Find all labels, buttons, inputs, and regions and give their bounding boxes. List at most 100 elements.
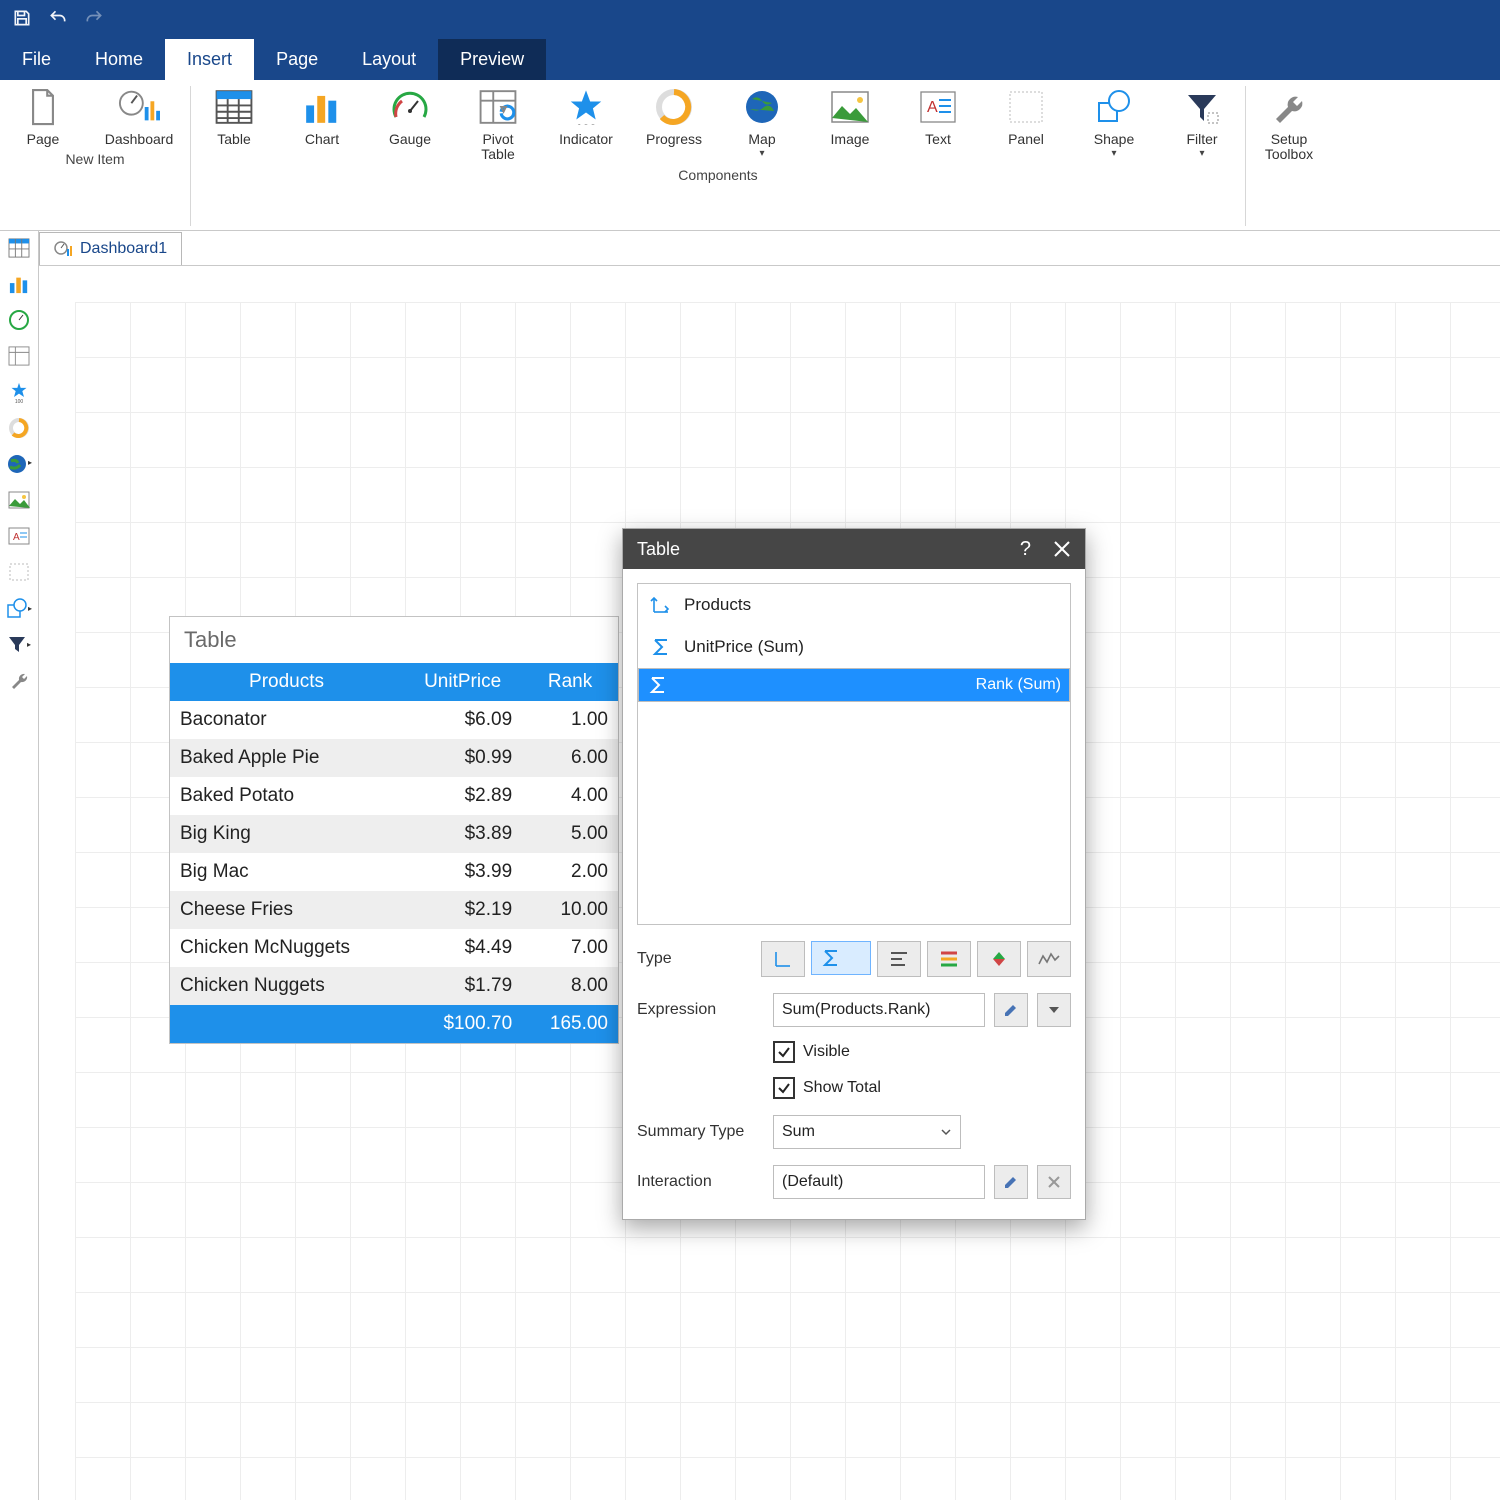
ribbon-map[interactable]: Map▾	[729, 86, 795, 147]
toolbox-setup-icon[interactable]	[6, 667, 32, 693]
menu-page[interactable]: Page	[254, 39, 340, 80]
toolbox-text-icon[interactable]: A	[6, 523, 32, 549]
svg-text:A: A	[13, 532, 20, 543]
toolbox-shape-icon[interactable]: ▸	[6, 595, 32, 621]
wrench-icon	[1268, 86, 1310, 128]
tab-dashboard1[interactable]: Dashboard1	[39, 232, 182, 265]
type-measure-button[interactable]	[811, 941, 871, 975]
toolbox-filter-icon[interactable]: ▸	[6, 631, 32, 657]
interaction-input[interactable]: (Default)	[773, 1165, 985, 1199]
table-component[interactable]: Table Products UnitPrice Rank Baconator$…	[169, 616, 619, 1044]
toolbox-table-icon[interactable]	[6, 235, 32, 261]
type-sparkline-button[interactable]	[1027, 941, 1071, 977]
table-row[interactable]: Baked Apple Pie$0.996.00	[170, 739, 618, 777]
dimension-icon	[650, 594, 672, 616]
table-properties-dialog: Table ? Products UnitPrice	[622, 528, 1086, 1220]
progress-icon	[653, 86, 695, 128]
map-icon	[741, 86, 783, 128]
ribbon-chart[interactable]: Chart	[289, 86, 355, 147]
ribbon-pivot[interactable]: Pivot Table	[465, 86, 531, 163]
ribbon-dashboard[interactable]: Dashboard	[98, 86, 180, 147]
expression-input[interactable]: Sum(Products.Rank)	[773, 993, 985, 1027]
type-bars-button[interactable]	[877, 941, 921, 977]
ribbon-image[interactable]: Image	[817, 86, 883, 147]
toolbox-progress-icon[interactable]	[6, 415, 32, 441]
undo-button[interactable]	[44, 4, 72, 32]
sigma-icon	[647, 674, 669, 696]
visible-checkbox[interactable]: Visible	[773, 1041, 1071, 1063]
ribbon-table[interactable]: Table	[201, 86, 267, 147]
menu-home[interactable]: Home	[73, 39, 165, 80]
col-products[interactable]: Products	[170, 663, 403, 701]
toolbox-gauge-icon[interactable]	[6, 307, 32, 333]
ribbon-panel[interactable]: Panel	[993, 86, 1059, 147]
menu-layout[interactable]: Layout	[340, 39, 438, 80]
type-updown-button[interactable]	[977, 941, 1021, 977]
ribbon-gauge[interactable]: Gauge	[377, 86, 443, 147]
field-products[interactable]: Products	[638, 584, 1070, 626]
help-icon[interactable]: ?	[1020, 538, 1031, 561]
showtotal-checkbox[interactable]: Show Total	[773, 1077, 1071, 1099]
ribbon-progress[interactable]: Progress	[641, 86, 707, 147]
table-row[interactable]: Chicken McNuggets$4.497.00	[170, 929, 618, 967]
col-unitprice[interactable]: UnitPrice	[403, 663, 522, 701]
dialog-titlebar[interactable]: Table ?	[623, 529, 1085, 569]
type-dimension-button[interactable]	[761, 941, 805, 977]
field-rank[interactable]: Rank (Sum)	[638, 668, 1070, 702]
text-icon: A	[917, 86, 959, 128]
edit-expression-button[interactable]	[994, 993, 1028, 1027]
toolbox-panel-icon[interactable]	[6, 559, 32, 585]
ribbon-group-components: Table Chart Gauge Pivot Table 100Indicat…	[191, 86, 1246, 226]
save-button[interactable]	[8, 4, 36, 32]
expression-dropdown-button[interactable]	[1037, 993, 1071, 1027]
quick-access-toolbar	[0, 0, 1500, 36]
toolbox-pivot-icon[interactable]	[6, 343, 32, 369]
table-row[interactable]: Cheese Fries$2.1910.00	[170, 891, 618, 929]
ribbon-group-newitem: Page Dashboard New Item	[0, 86, 191, 226]
fields-list[interactable]: Products UnitPrice (Sum) Rank (Sum)	[637, 583, 1071, 925]
pivot-table-icon	[477, 86, 519, 128]
ribbon-filter[interactable]: Filter▾	[1169, 86, 1235, 147]
ribbon-setup-toolbox[interactable]: Setup Toolbox	[1256, 86, 1322, 163]
dashboard-icon	[118, 86, 160, 128]
clear-interaction-button[interactable]	[1037, 1165, 1071, 1199]
edit-interaction-button[interactable]	[994, 1165, 1028, 1199]
summary-type-select[interactable]: Sum	[773, 1115, 961, 1149]
menu-preview[interactable]: Preview	[438, 39, 546, 80]
field-unitprice[interactable]: UnitPrice (Sum)	[638, 626, 1070, 668]
type-colorbars-button[interactable]	[927, 941, 971, 977]
col-rank[interactable]: Rank	[522, 663, 618, 701]
toolbox-map-icon[interactable]: ▸	[6, 451, 32, 477]
ribbon-indicator[interactable]: 100Indicator	[553, 86, 619, 147]
label-summary: Summary Type	[637, 1123, 763, 1141]
table-row[interactable]: Baconator$6.091.00	[170, 701, 618, 739]
toolbox-indicator-icon[interactable]: 100	[6, 379, 32, 405]
image-icon	[829, 86, 871, 128]
ribbon-page[interactable]: Page	[10, 86, 76, 147]
main-menu: File Home Insert Page Layout Preview	[0, 36, 1500, 80]
total-row: $100.70 165.00	[170, 1005, 618, 1043]
ribbon-text[interactable]: AText	[905, 86, 971, 147]
workspace: 100 ▸ A ▸ ▸ Dashboard1 Table Products	[0, 231, 1500, 1500]
chevron-down-icon: ▾	[1111, 148, 1116, 159]
dashboard-icon	[54, 240, 74, 258]
ribbon-group-setup: Setup Toolbox	[1246, 86, 1332, 226]
gauge-icon	[389, 86, 431, 128]
svg-text:A: A	[927, 99, 938, 116]
ribbon-shape[interactable]: Shape▾	[1081, 86, 1147, 147]
menu-file[interactable]: File	[0, 39, 73, 80]
table-row[interactable]: Chicken Nuggets$1.798.00	[170, 967, 618, 1005]
design-canvas[interactable]: Table Products UnitPrice Rank Baconator$…	[39, 266, 1500, 1500]
toolbox-chart-icon[interactable]	[6, 271, 32, 297]
menu-insert[interactable]: Insert	[165, 39, 254, 80]
redo-button[interactable]	[80, 4, 108, 32]
shape-icon	[1093, 86, 1135, 128]
table-icon	[213, 86, 255, 128]
table-row[interactable]: Baked Potato$2.894.00	[170, 777, 618, 815]
svg-text:100: 100	[576, 122, 597, 125]
filter-icon	[1181, 86, 1223, 128]
table-row[interactable]: Big Mac$3.992.00	[170, 853, 618, 891]
close-icon[interactable]	[1053, 540, 1071, 558]
toolbox-image-icon[interactable]	[6, 487, 32, 513]
table-row[interactable]: Big King$3.895.00	[170, 815, 618, 853]
